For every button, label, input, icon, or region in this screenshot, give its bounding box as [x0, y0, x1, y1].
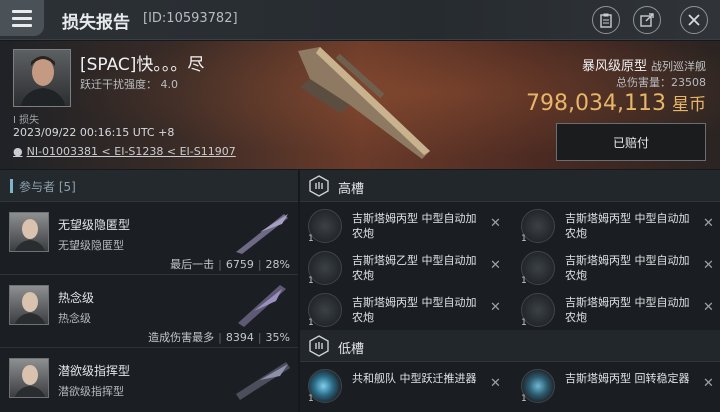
- high-slot-icon: [309, 175, 329, 197]
- hamburger-menu-icon[interactable]: [0, 0, 44, 36]
- module-item[interactable]: 1 共和舰队 中型跃迁推进器 ✕: [300, 366, 510, 408]
- remove-icon[interactable]: ✕: [703, 216, 714, 231]
- remove-icon[interactable]: ✕: [490, 376, 501, 391]
- attacker-ship: 无望级隐匿型: [58, 218, 131, 232]
- kill-id: [ID:10593782]: [143, 11, 238, 26]
- low-slots-header: 低槽: [300, 330, 720, 362]
- victim-name: [SPAC]快。。。尽: [80, 55, 205, 75]
- remove-icon[interactable]: ✕: [703, 258, 714, 273]
- attacker-stats: 最后一击 | 6759 | 28%: [170, 258, 290, 271]
- lost-tag: I 损失: [13, 115, 40, 126]
- attacker-ship-type: 热念级: [58, 312, 91, 325]
- location-link[interactable]: ● NI-01003381 < EI-S1238 < EI-S11907: [13, 145, 236, 158]
- paid-button[interactable]: 已赔付: [556, 123, 706, 161]
- module-item[interactable]: 1 吉斯塔姆乙型 中型自动加农炮 ✕: [300, 248, 510, 290]
- attacker-ship-image: [230, 208, 292, 256]
- remove-icon[interactable]: ✕: [703, 376, 714, 391]
- attacker-stats: 造成伤害最多 | 8394 | 35%: [148, 331, 290, 344]
- share-icon[interactable]: [633, 6, 661, 34]
- avatar: [9, 212, 49, 252]
- fitting-panel: 高槽 1 吉斯塔姆丙型 中型自动加农炮 ✕ 1 吉斯塔姆丙型 中型自动加农炮 ✕…: [300, 170, 720, 412]
- attackers-panel: 参与者 [5] 无望级隐匿型 无望级隐匿型 最后一击 | 6759 | 28% 热念级 …: [0, 170, 298, 412]
- remove-icon[interactable]: ✕: [703, 300, 714, 315]
- module-item[interactable]: 1 吉斯塔姆丙型 中型自动加农炮 ✕: [300, 206, 510, 248]
- attacker-ship-image: [230, 281, 292, 329]
- attacker-ship: 热念级: [58, 291, 95, 305]
- victim-banner: [SPAC]快。。。尽 跃迁干扰强度： 4.0 I 损失 2023/09/22 …: [0, 41, 720, 169]
- kill-datetime: 2023/09/22 00:16:15 UTC +8: [13, 126, 175, 139]
- low-slot-icon: [309, 335, 329, 357]
- attacker-row[interactable]: 热念级 热念级 造成伤害最多 | 8394 | 35%: [0, 275, 298, 348]
- clipboard-icon[interactable]: [592, 6, 620, 34]
- attacker-ship-type: 无望级隐匿型: [58, 239, 124, 252]
- module-item[interactable]: 1 吉斯塔姆丙型 中型自动加农炮 ✕: [513, 248, 720, 290]
- high-slots-header: 高槽: [300, 170, 720, 202]
- warp-strength: 跃迁干扰强度： 4.0: [80, 78, 178, 91]
- module-item[interactable]: 1 吉斯塔姆丙型 回转稳定器 ✕: [513, 366, 720, 408]
- module-item[interactable]: 1 吉斯塔姆丙型 中型自动加农炮 ✕: [300, 290, 510, 332]
- module-item[interactable]: 1 吉斯塔姆丙型 中型自动加农炮 ✕: [513, 206, 720, 248]
- victim-ship-image: [290, 43, 440, 165]
- close-icon[interactable]: [680, 6, 708, 34]
- attackers-header: 参与者 [5]: [0, 170, 298, 202]
- isk-value: 798,034,113 星币: [526, 91, 706, 116]
- victim-ship-name: 暴风级原型 战列巡洋舰: [581, 59, 706, 74]
- attacker-row[interactable]: 无望级隐匿型 无望级隐匿型 最后一击 | 6759 | 28%: [0, 202, 298, 275]
- module-item[interactable]: 1 吉斯塔姆丙型 中型自动加农炮 ✕: [513, 290, 720, 332]
- location-pin-icon: ●: [13, 145, 23, 158]
- victim-portrait: [13, 49, 71, 107]
- total-damage: 总伤害量：23508: [616, 76, 706, 89]
- avatar: [9, 358, 49, 398]
- avatar: [9, 285, 49, 325]
- top-bar: 损失报告 [ID:10593782]: [0, 0, 720, 40]
- attacker-row[interactable]: 潜欲级指挥型 潜欲级指挥型: [0, 348, 298, 412]
- attacker-ship-image: [230, 354, 292, 402]
- attacker-ship-type: 潜欲级指挥型: [58, 385, 124, 398]
- page-title: 损失报告: [62, 13, 130, 33]
- attacker-ship: 潜欲级指挥型: [58, 364, 131, 378]
- remove-icon[interactable]: ✕: [490, 300, 501, 315]
- remove-icon[interactable]: ✕: [490, 216, 501, 231]
- remove-icon[interactable]: ✕: [490, 258, 501, 273]
